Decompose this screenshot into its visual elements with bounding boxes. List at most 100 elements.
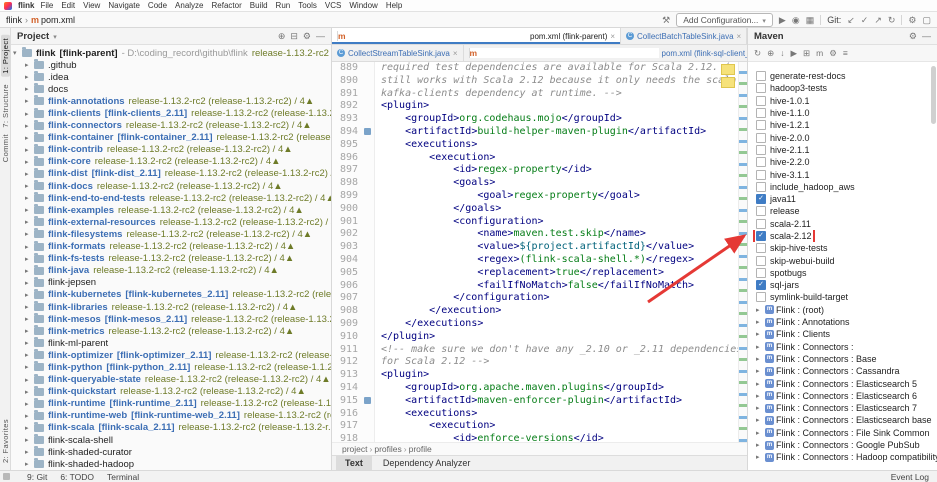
profile-checkbox[interactable] [756, 157, 766, 167]
project-tree-item[interactable]: ▸flink-librariesrelease-1.13.2-rc2 (rele… [11, 301, 331, 313]
tool-window-button-favorites[interactable]: 2: Favorites [1, 419, 10, 463]
expand-arrow-icon[interactable]: ▸ [25, 412, 34, 420]
editor-bottom-tab-dependency-analyzer[interactable]: Dependency Analyzer [374, 456, 480, 470]
expand-arrow-icon[interactable]: ▸ [25, 158, 34, 166]
expand-arrow-icon[interactable]: ▸ [25, 460, 34, 468]
expand-arrow-icon[interactable]: ▸ [25, 230, 34, 238]
tool-windows-icon[interactable] [3, 473, 10, 480]
expand-arrow-icon[interactable]: ▸ [25, 267, 34, 275]
breadcrumb-profile[interactable]: profile [409, 444, 432, 454]
project-tree-item[interactable]: ▸flink-filesystemsrelease-1.13.2-rc2 (re… [11, 228, 331, 240]
project-tree-item[interactable]: ▸docs [11, 83, 331, 95]
project-tree-item[interactable]: ▸flink-shaded-curator [11, 446, 331, 458]
project-tree-item[interactable]: ▸flink-javarelease-1.13.2-rc2 (release-1… [11, 265, 331, 277]
download-sources-icon[interactable]: ↓ [780, 48, 784, 58]
maven-module-item[interactable]: ▸mFlink : Connectors : Google PubSub [748, 439, 937, 451]
project-tree-item[interactable]: ▸flink-examplesrelease-1.13.2-rc2 (relea… [11, 204, 331, 216]
locate-file-icon[interactable]: ⊕ [278, 31, 286, 41]
expand-arrow-icon[interactable]: ▸ [25, 255, 34, 263]
maven-profile-item[interactable]: ✓sql-jars [748, 279, 937, 291]
project-tree-item[interactable]: ▸flink-mesos[flink-mesos_2.11]release-1.… [11, 313, 331, 325]
menu-window[interactable]: Window [349, 1, 377, 10]
maven-profile-item[interactable]: hive-2.1.1 [748, 144, 937, 156]
project-tree-item[interactable]: ▾flink[flink-parent]- D:\coding_record\g… [11, 47, 331, 59]
expand-arrow-icon[interactable]: ▸ [25, 206, 34, 214]
build-icon[interactable]: ⚒ [662, 15, 670, 25]
maven-profile-item[interactable]: include_hadoop_aws [748, 181, 937, 193]
maven-module-item[interactable]: ▸mFlink : Connectors : Hadoop compatibil… [748, 451, 937, 463]
hide-panel-icon[interactable]: — [316, 31, 325, 41]
maven-module-item[interactable]: ▸mFlink : Connectors : Elasticsearch bas… [748, 414, 937, 426]
profile-checkbox[interactable] [756, 268, 766, 278]
profile-checkbox[interactable] [756, 170, 766, 180]
profile-checkbox[interactable] [756, 292, 766, 302]
project-tree-item[interactable]: ▸flink-end-to-end-testsrelease-1.13.2-rc… [11, 192, 331, 204]
expand-arrow-icon[interactable]: ▸ [25, 363, 34, 371]
expand-arrow-icon[interactable]: ▸ [25, 122, 34, 130]
menu-file[interactable]: File [40, 1, 53, 10]
close-tab-icon[interactable]: × [737, 32, 742, 41]
project-tree-item[interactable]: ▸flink-clients[flink-clients_2.11]releas… [11, 107, 331, 119]
expand-arrow-icon[interactable]: ▸ [756, 416, 765, 424]
maven-profile-item[interactable]: ✓scala-2.12 [748, 230, 937, 242]
profile-checkbox[interactable] [756, 83, 766, 93]
project-tree-item[interactable]: ▸flink-external-resourcesrelease-1.13.2-… [11, 216, 331, 228]
profile-checkbox[interactable] [756, 145, 766, 155]
profile-checkbox[interactable] [756, 71, 766, 81]
expand-arrow-icon[interactable]: ▸ [25, 194, 34, 202]
collapse-all-icon[interactable]: ⊟ [290, 31, 298, 41]
expand-arrow-icon[interactable]: ▸ [25, 291, 34, 299]
expand-arrow-icon[interactable]: ▸ [25, 61, 34, 69]
expand-arrow-icon[interactable]: ▸ [756, 367, 765, 375]
profile-checkbox[interactable] [756, 219, 766, 229]
project-tree-item[interactable]: ▸flink-runtime[flink-runtime_2.11]releas… [11, 398, 331, 410]
expand-arrow-icon[interactable]: ▸ [756, 330, 765, 338]
expand-arrow-icon[interactable]: ▸ [25, 97, 34, 105]
maven-profile-item[interactable]: hive-1.1.0 [748, 107, 937, 119]
profile-checkbox[interactable] [756, 256, 766, 266]
project-tree-item[interactable]: ▸flink-corerelease-1.13.2-rc2 (release-1… [11, 156, 331, 168]
project-tree-item[interactable]: ▸flink-formatsrelease-1.13.2-rc2 (releas… [11, 241, 331, 253]
settings-icon[interactable]: ⚙ [303, 31, 311, 41]
expand-arrow-icon[interactable]: ▸ [25, 424, 34, 432]
project-tree-item[interactable]: ▸.github [11, 59, 331, 71]
expand-arrow-icon[interactable]: ▸ [756, 392, 765, 400]
nav-breadcrumb-project[interactable]: flink [6, 15, 22, 25]
execute-goal-icon[interactable]: m [816, 48, 823, 58]
project-tree-item[interactable]: ▸flink-fs-testsrelease-1.13.2-rc2 (relea… [11, 253, 331, 265]
expand-arrow-icon[interactable]: ▸ [25, 73, 34, 81]
expand-arrow-icon[interactable]: ▸ [25, 327, 34, 335]
project-tree-item[interactable]: ▸flink-dist[flink-dist_2.11]release-1.13… [11, 168, 331, 180]
maven-module-item[interactable]: ▸mFlink : Annotations [748, 316, 937, 328]
menu-edit[interactable]: Edit [61, 1, 75, 10]
profile-checkbox[interactable]: ✓ [756, 280, 766, 290]
expand-arrow-icon[interactable]: ▸ [756, 355, 765, 363]
maven-profile-item[interactable]: ✓java11 [748, 193, 937, 205]
project-tree-item[interactable]: ▸flink-metricsrelease-1.13.2-rc2 (releas… [11, 325, 331, 337]
expand-arrow-icon[interactable]: ▸ [25, 303, 34, 311]
maven-module-item[interactable]: ▸mFlink : Clients [748, 328, 937, 340]
maven-module-item[interactable]: ▸mFlink : Connectors : Elasticsearch 6 [748, 390, 937, 402]
expand-arrow-icon[interactable]: ▸ [756, 306, 765, 314]
menu-analyze[interactable]: Analyze [175, 1, 203, 10]
project-tree-item[interactable]: ▸flink-optimizer[flink-optimizer_2.11]re… [11, 349, 331, 361]
add-configuration-button[interactable]: Add Configuration... [676, 13, 773, 27]
settings-icon[interactable]: ⚙ [909, 31, 917, 41]
maven-profile-item[interactable]: skip-webui-build [748, 254, 937, 266]
breadcrumb-project[interactable]: project [342, 444, 368, 454]
status-event-log[interactable]: Event Log [891, 472, 929, 482]
expand-arrow-icon[interactable]: ▸ [25, 134, 34, 142]
editor-bottom-tab-text[interactable]: Text [336, 456, 372, 470]
restore-window-icon[interactable]: ▢ [922, 15, 931, 25]
nav-breadcrumb-file[interactable]: pom.xml [41, 15, 75, 25]
maven-settings-icon[interactable]: ⚙ [829, 48, 837, 58]
expand-arrow-icon[interactable]: ▸ [25, 351, 34, 359]
maven-profile-item[interactable]: hive-1.0.1 [748, 95, 937, 107]
project-tree-item[interactable]: ▸flink-contribrelease-1.13.2-rc2 (releas… [11, 144, 331, 156]
menu-run[interactable]: Run [276, 1, 291, 10]
filter-profiles-icon[interactable]: ≡ [843, 48, 848, 58]
status-terminal[interactable]: Terminal [107, 472, 139, 482]
expand-arrow-icon[interactable]: ▸ [25, 388, 34, 396]
project-tree-item[interactable]: ▸flink-jepsen [11, 277, 331, 289]
tool-window-button-project[interactable]: 1: Project [1, 35, 10, 77]
